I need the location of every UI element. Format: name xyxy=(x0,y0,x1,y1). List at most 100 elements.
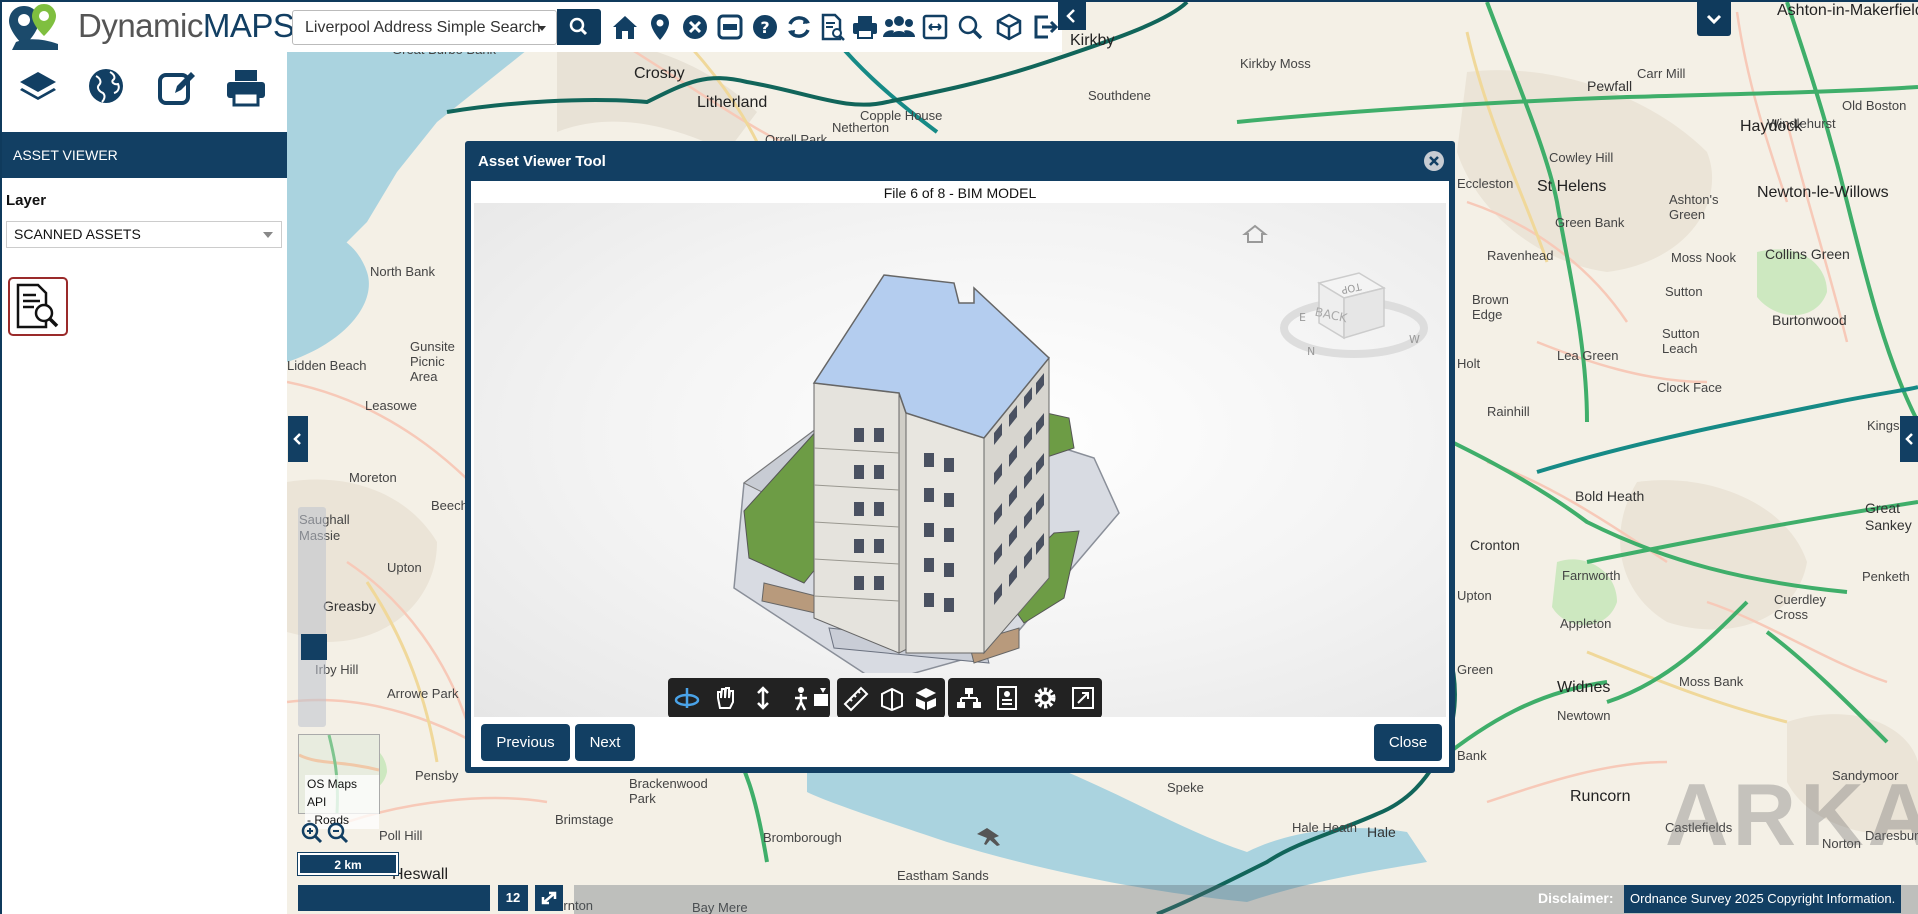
compass-w-label: W xyxy=(1409,333,1420,346)
place-label: Haydock xyxy=(1740,118,1803,135)
print-icon[interactable] xyxy=(850,11,880,43)
help-icon[interactable]: ? xyxy=(750,11,780,43)
walk-icon[interactable] xyxy=(786,684,816,712)
place-label: Upton xyxy=(387,560,422,575)
previous-button[interactable]: Previous xyxy=(481,724,570,761)
place-label: Ashton's Green xyxy=(1669,192,1719,222)
zoom-slider-handle[interactable] xyxy=(301,634,327,660)
viewer-settings-toolbar xyxy=(948,678,1102,717)
sidebar: ASSET VIEWER Layer SCANNED ASSETS xyxy=(2,52,287,914)
globe-icon[interactable] xyxy=(84,66,128,110)
place-label: Brackenwood Park xyxy=(629,776,708,806)
place-label: Collins Green xyxy=(1765,246,1850,262)
place-label: Cronton xyxy=(1470,537,1520,553)
place-label: Moss Bank xyxy=(1679,674,1744,689)
logo-text: DynamicMAPS xyxy=(78,7,295,45)
orbit-icon[interactable] xyxy=(672,684,702,712)
section-icon[interactable] xyxy=(877,684,907,712)
refresh-icon[interactable] xyxy=(784,11,814,43)
properties-icon[interactable] xyxy=(992,684,1022,712)
layer-select[interactable]: SCANNED ASSETS xyxy=(6,221,282,248)
caret-down-icon xyxy=(538,26,546,31)
scanned-asset-search-button[interactable] xyxy=(8,277,68,336)
zoom-icon[interactable] xyxy=(748,684,778,712)
zoom-in-button[interactable] xyxy=(301,822,323,844)
location-pin-icon[interactable] xyxy=(645,11,675,43)
close-button[interactable]: Close xyxy=(1374,724,1442,761)
users-icon[interactable] xyxy=(882,11,916,43)
chevron-down-icon xyxy=(1706,14,1722,25)
zoom-out-button[interactable] xyxy=(327,822,349,844)
place-label: Widnes xyxy=(1557,679,1611,696)
zoom-slider[interactable] xyxy=(298,507,326,727)
settings-icon[interactable] xyxy=(1030,684,1060,712)
fullscreen-button[interactable] xyxy=(535,885,563,911)
place-label: Brown Edge xyxy=(1472,292,1509,322)
logo-prefix: Dynamic xyxy=(78,7,203,44)
viewer-navigation-toolbar xyxy=(668,678,830,717)
zoom-out-icon xyxy=(327,822,349,844)
search-button[interactable] xyxy=(557,9,601,45)
document-search-icon[interactable] xyxy=(817,11,847,43)
place-label: Leasowe xyxy=(365,398,418,413)
measure-icon[interactable] xyxy=(841,684,871,712)
measure-icon[interactable] xyxy=(920,11,950,43)
place-label: Kirkby xyxy=(1070,32,1115,49)
cube-icon[interactable] xyxy=(994,11,1024,43)
search-type-select[interactable]: Liverpool Address Simple Search xyxy=(292,10,557,45)
place-label: Lea Green xyxy=(1557,348,1619,363)
print-icon[interactable] xyxy=(224,66,268,110)
view-cube[interactable]: TOP BACK N E W xyxy=(1269,243,1429,363)
collapse-panel-button[interactable] xyxy=(1697,2,1731,36)
expand-right-panel-tab[interactable] xyxy=(1900,416,1918,462)
place-label: Ashton-in-Makerfield xyxy=(1777,2,1918,19)
place-label: Greasby xyxy=(323,598,376,614)
fullscreen-icon[interactable] xyxy=(1068,684,1098,712)
place-label: Farnworth xyxy=(1562,568,1621,583)
disclaimer-link[interactable]: Disclaimer: xyxy=(1538,890,1613,906)
chevron-left-icon xyxy=(1905,433,1913,445)
place-label: Southdene xyxy=(1088,88,1151,103)
place-label: Cowley Hill xyxy=(1549,150,1614,165)
basemap-switcher[interactable]: OS Maps API - Roads xyxy=(298,734,380,829)
layer-label: Layer xyxy=(6,192,47,209)
zoom-in-icon xyxy=(301,822,323,844)
place-label: Pensby xyxy=(415,768,459,783)
zoom-search-icon[interactable] xyxy=(955,11,985,43)
place-label: Bromborough xyxy=(763,830,842,845)
next-button[interactable]: Next xyxy=(575,724,635,761)
arkance-watermark: ARKANCE xyxy=(1665,765,1918,864)
explode-icon[interactable] xyxy=(911,684,941,712)
dialog-body: File 6 of 8 - BIM MODEL TOP BACK N E W P… xyxy=(471,181,1449,767)
place-label: Old Boston xyxy=(1842,98,1907,113)
edit-icon[interactable] xyxy=(155,66,199,110)
place-label: Heswall xyxy=(392,866,449,883)
logout-icon[interactable] xyxy=(1030,11,1060,43)
place-label: Litherland xyxy=(697,94,768,111)
window-icon[interactable] xyxy=(715,11,745,43)
expand-sidebar-tab[interactable] xyxy=(288,416,308,462)
pan-icon[interactable] xyxy=(710,684,740,712)
camera-icon[interactable] xyxy=(814,684,828,712)
place-label: Brimstage xyxy=(555,812,614,827)
collapse-toolbar-button[interactable] xyxy=(1058,2,1086,30)
copyright-link[interactable]: Ordnance Survey 2025 Copyright Informati… xyxy=(1624,885,1902,913)
place-label: Sutton Leach xyxy=(1662,326,1700,356)
place-label: Lidden Beach xyxy=(287,358,367,373)
place-label: North Bank xyxy=(370,264,436,279)
bim-3d-viewer[interactable]: TOP BACK N E W xyxy=(474,203,1446,717)
dialog-close-icon[interactable] xyxy=(1424,151,1444,171)
place-label: Bold Heath xyxy=(1575,488,1645,504)
place-label: Newton-le-Willows xyxy=(1757,184,1889,201)
place-label: Hale xyxy=(1367,824,1396,840)
place-label: Clock Face xyxy=(1657,380,1723,395)
basemap-label: OS Maps API - Roads xyxy=(305,775,379,829)
place-label: Bank xyxy=(1457,748,1487,763)
map-pins-logo-icon xyxy=(9,4,58,50)
model-browser-icon[interactable] xyxy=(954,684,984,712)
viewer-home-icon[interactable] xyxy=(1242,223,1268,245)
place-label: Upton xyxy=(1457,588,1492,603)
layers-icon[interactable] xyxy=(16,66,60,110)
home-icon[interactable] xyxy=(610,11,640,43)
clear-icon[interactable] xyxy=(680,11,710,43)
